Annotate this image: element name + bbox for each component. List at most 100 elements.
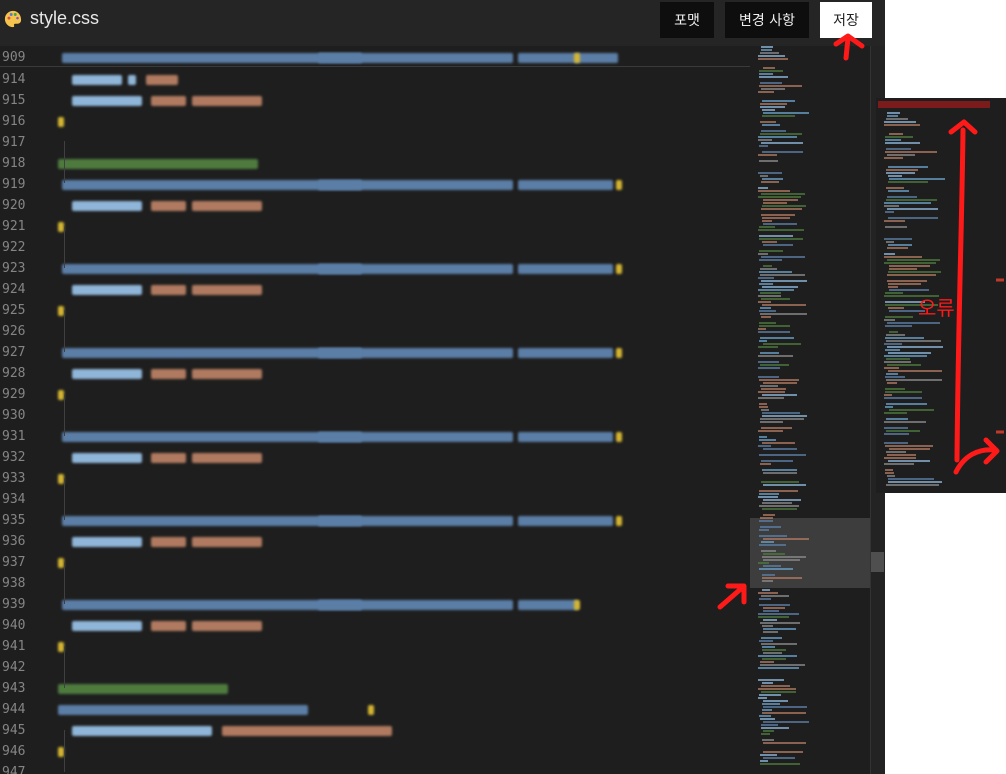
save-button[interactable]: 저장 [820,2,872,38]
minimap-line [763,553,785,555]
code-line-blurred [56,363,736,384]
line-number-gutter: 909 914 915 916 917 918 919 920 921 922 923 924 925 9… [0,46,40,774]
minimap-line [761,388,786,390]
file-title: style.css [30,8,100,28]
minimap-line [758,361,779,363]
minimap-line [889,409,934,411]
line-number: 918 [2,156,26,171]
code-line-blurred [56,216,736,237]
line-number: 914 [2,72,26,87]
blurred-token [62,180,362,190]
line-number: 947 [2,765,26,774]
minimap-line [887,346,943,348]
minimap-line [886,187,904,189]
minimap-line [884,124,920,126]
minimap-line [888,460,930,462]
minimap-line [759,70,783,72]
minimap-line [760,106,785,108]
minimap-line [762,442,795,444]
code-line-blurred [56,195,736,216]
blurred-token [616,516,622,526]
minimap-line [762,115,795,117]
minimap-line [759,439,776,441]
minimap-line [884,343,902,345]
minimap-line [762,205,806,207]
minimap-line [762,217,790,219]
line-number: 909 [2,50,26,65]
error-highlight-bar [878,101,990,108]
minimap-line [759,160,778,162]
minimap-line [887,322,940,324]
blurred-token [62,600,362,610]
indent-guide [64,730,65,772]
minimap-line [758,496,778,498]
changes-button[interactable]: 변경 사항 [725,2,809,38]
indent-guide [64,478,65,520]
minimap-line [888,481,942,483]
minimap-line [886,172,915,174]
minimap-line [760,718,775,720]
minimap-line [762,304,806,306]
minimap-line [763,742,806,744]
minimap-line [761,214,795,216]
minimap-line [762,556,806,558]
minimap-line [886,418,908,420]
line-number: 936 [2,534,26,549]
minimap-line [885,388,905,390]
minimap-line [887,259,940,261]
blurred-token [616,348,622,358]
blurred-token [616,264,622,274]
minimap-line [884,463,914,465]
blurred-token [58,117,64,127]
minimap-line [886,148,911,150]
minimap-line [884,367,899,369]
minimap-line [760,364,789,366]
minimap-line [763,112,809,114]
minimap[interactable] [750,46,870,774]
minimap-line [759,226,775,228]
palette-icon [4,10,22,27]
format-button[interactable]: 포맷 [660,2,714,38]
minimap-line [885,211,894,213]
minimap-line [760,760,768,762]
indent-guide [64,310,65,352]
minimap-line [763,514,775,516]
minimap-line [759,694,781,696]
minimap-line [887,247,908,249]
minimap-line [759,490,798,492]
minimap-line [763,244,793,246]
minimap-line [884,157,903,159]
blurred-token [518,432,613,442]
minimap-line [762,286,798,288]
line-number: 923 [2,261,26,276]
minimap-line [761,298,790,300]
blurred-token [72,369,142,379]
minimap-line [887,475,895,477]
code-line-blurred [56,279,736,300]
minimap-line [762,625,773,627]
line-number: 925 [2,303,26,318]
minimap-line [758,295,781,297]
blurred-token [192,369,262,379]
code-line-blurred [56,300,736,321]
minimap-line [763,499,801,501]
minimap-line [759,145,768,147]
scrollbar-thumb[interactable] [871,552,884,572]
minimap-line [886,403,927,405]
minimap-line [886,199,937,201]
minimap-line [887,382,897,384]
blurred-token [128,75,136,85]
minimap-line [758,139,772,141]
minimap-line [885,325,912,327]
minimap-line [760,175,768,177]
minimap-line [763,202,787,204]
minimap-line [763,628,796,630]
minimap-line [885,337,924,339]
blurred-token [318,432,513,442]
minimap-line [888,286,898,288]
minimap-line [759,340,767,342]
minimap-line [886,484,939,486]
code-line-blurred [56,741,736,762]
blurred-token [72,285,142,295]
minimap-line [761,550,776,552]
